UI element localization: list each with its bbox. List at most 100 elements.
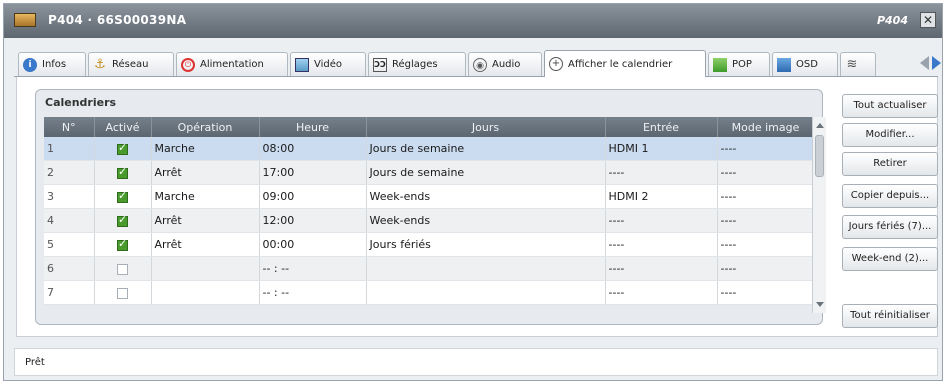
tab-audio[interactable]: ◉ Audio <box>468 52 542 76</box>
cell-days: Week-ends <box>366 184 606 209</box>
tab-osd[interactable]: OSD <box>772 52 838 76</box>
tab-panel: Calendriers N° Activé Opération Heure Jo… <box>16 77 938 337</box>
tab-label: POP <box>732 59 752 70</box>
osd-icon <box>777 57 791 72</box>
cell-time: -- : -- <box>259 256 367 281</box>
table-row[interactable]: 1 Marche 08:00 Jours de semaine HDMI 1 -… <box>44 137 815 161</box>
tab-video[interactable]: Vidéo <box>290 52 366 76</box>
cell-time: -- : -- <box>259 280 367 305</box>
tab-label: Audio <box>492 59 521 70</box>
cell-operation: Marche <box>151 184 260 209</box>
close-button[interactable]: ✕ <box>920 12 936 28</box>
tab-wifi[interactable]: ≋ <box>840 52 876 76</box>
status-bar: Prêt <box>14 348 938 376</box>
weekend-button[interactable]: Week-end (2)... <box>842 247 938 271</box>
video-icon <box>295 57 309 72</box>
cell-number: 1 <box>44 137 95 161</box>
column-header[interactable]: Activé <box>94 117 152 137</box>
table-scrollbar[interactable] <box>812 117 826 313</box>
tab-reglages[interactable]: ƆƆ Réglages <box>368 52 466 76</box>
column-header[interactable]: Jours <box>366 117 606 137</box>
network-icon: ⚓ <box>94 56 106 72</box>
copy-from-button[interactable]: Copier depuis... <box>842 184 938 208</box>
cell-time: 08:00 <box>259 137 367 161</box>
enabled-checkbox[interactable] <box>117 263 128 275</box>
cell-time: 12:00 <box>259 208 367 233</box>
cell-input: ---- <box>605 280 718 305</box>
tab-reseau[interactable]: ⚓ Réseau <box>88 52 174 76</box>
enabled-checkbox[interactable] <box>117 165 128 179</box>
cell-time: 00:00 <box>259 232 367 257</box>
cell-input: ---- <box>605 232 718 257</box>
cell-image-mode: ---- <box>717 280 815 305</box>
cell-operation: Marche <box>151 137 260 161</box>
column-header[interactable]: N° <box>44 117 95 137</box>
tab-label: Réglages <box>392 59 438 70</box>
calendar-icon: + <box>549 57 563 71</box>
cell-input: ---- <box>605 208 718 233</box>
audio-icon: ◉ <box>473 57 487 72</box>
cell-input: ---- <box>605 160 718 185</box>
column-header[interactable]: Mode image <box>717 117 815 137</box>
cell-operation: Arrêt <box>151 160 260 185</box>
cell-input: HDMI 2 <box>605 184 718 209</box>
scroll-down-icon[interactable] <box>816 302 824 307</box>
cell-image-mode: ---- <box>717 208 815 233</box>
cell-number: 5 <box>44 232 95 257</box>
refresh-all-button[interactable]: Tout actualiser <box>842 94 938 118</box>
table-row[interactable]: 4 Arrêt 12:00 Week-ends ---- ---- <box>44 208 815 233</box>
cell-input: HDMI 1 <box>605 137 718 161</box>
cell-number: 3 <box>44 184 95 209</box>
tab-alimentation[interactable]: ⏻ Alimentation <box>176 52 288 76</box>
title-bar: P404 · 66S00039NA P404 ✕ <box>4 4 942 38</box>
calendar-table: N° Activé Opération Heure Jours Entrée M… <box>44 117 815 305</box>
tab-scroll-right-icon[interactable] <box>932 56 941 70</box>
tab-label: Afficher le calendrier <box>568 58 673 70</box>
info-icon: i <box>23 57 37 72</box>
cell-number: 2 <box>44 160 95 185</box>
scroll-thumb[interactable] <box>815 135 824 177</box>
enabled-checkbox[interactable] <box>117 237 128 251</box>
enabled-checkbox[interactable] <box>117 287 128 299</box>
holidays-button[interactable]: Jours fériés (7)... <box>842 215 938 239</box>
enabled-checkbox[interactable] <box>117 213 128 227</box>
cell-number: 6 <box>44 256 95 281</box>
table-row[interactable]: 6 -- : -- ---- ---- <box>44 256 815 281</box>
column-header[interactable]: Heure <box>259 117 367 137</box>
enabled-checkbox[interactable] <box>117 189 128 203</box>
tab-label: Vidéo <box>314 59 343 70</box>
cell-image-mode: ---- <box>717 232 815 257</box>
cell-image-mode: ---- <box>717 137 815 161</box>
tab-calendar[interactable]: + Afficher le calendrier <box>544 50 706 77</box>
reset-all-button[interactable]: Tout réinitialiser <box>842 304 938 328</box>
power-icon: ⏻ <box>181 57 195 72</box>
cell-image-mode: ---- <box>717 256 815 281</box>
cell-days: Jours fériés <box>366 232 606 257</box>
cell-time: 17:00 <box>259 160 367 185</box>
cell-image-mode: ---- <box>717 184 815 209</box>
scroll-up-icon[interactable] <box>816 123 824 128</box>
cell-number: 4 <box>44 208 95 233</box>
tab-label: Réseau <box>112 59 149 70</box>
cell-input: ---- <box>605 256 718 281</box>
cell-number: 7 <box>44 280 95 305</box>
table-row[interactable]: 2 Arrêt 17:00 Jours de semaine ---- ---- <box>44 160 815 185</box>
modify-button[interactable]: Modifier... <box>842 123 938 147</box>
enabled-checkbox[interactable] <box>117 141 128 155</box>
tab-infos[interactable]: i Infos <box>18 52 86 76</box>
tab-scroll-left-icon[interactable] <box>920 56 929 70</box>
column-header[interactable]: Opération <box>151 117 260 137</box>
cell-days <box>366 256 606 281</box>
tab-pop[interactable]: POP <box>708 52 770 76</box>
calendar-group: Calendriers N° Activé Opération Heure Jo… <box>35 89 826 325</box>
tab-label: OSD <box>796 59 818 70</box>
window-title: P404 · 66S00039NA <box>48 13 187 27</box>
table-row[interactable]: 7 -- : -- ---- ---- <box>44 280 815 305</box>
cell-image-mode: ---- <box>717 160 815 185</box>
column-header[interactable]: Entrée <box>605 117 718 137</box>
table-row[interactable]: 5 Arrêt 00:00 Jours fériés ---- ---- <box>44 232 815 257</box>
remove-button[interactable]: Retirer <box>842 152 938 176</box>
cell-days <box>366 280 606 305</box>
table-row[interactable]: 3 Marche 09:00 Week-ends HDMI 2 ---- <box>44 184 815 209</box>
cell-operation <box>151 256 260 281</box>
